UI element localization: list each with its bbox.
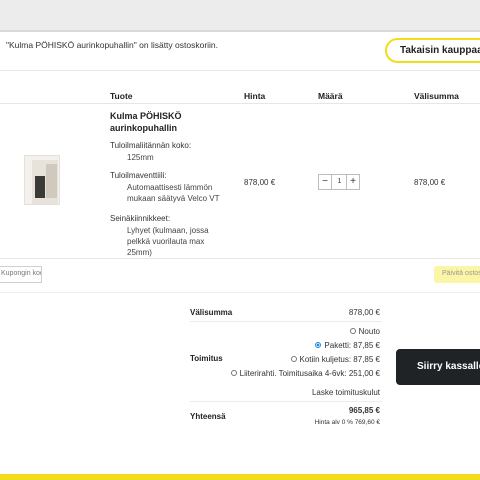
radio-icon[interactable] — [349, 328, 356, 334]
shipping-option-label: Nouto — [358, 327, 380, 336]
calculate-shipping-link[interactable]: Laske toimituskulut — [312, 388, 380, 397]
radio-icon[interactable] — [230, 370, 237, 376]
item-row-divider — [0, 258, 480, 259]
radio-icon[interactable] — [315, 342, 322, 348]
product-name-link[interactable]: Kulma PÖHISKÖ aurinkopuhallin — [110, 110, 240, 134]
totals-divider — [190, 321, 382, 322]
item-subtotal: 878,00 € — [414, 178, 446, 187]
shipping-label: Toimitus — [190, 354, 223, 363]
product-thumbnail[interactable] — [24, 155, 60, 205]
footer-accent-bar — [0, 474, 480, 480]
table-header-divider — [0, 103, 480, 104]
shipping-option-label: Liiterirahti. Toimitusaika 4-6vk: 251,00… — [239, 369, 380, 378]
totals-subtotal-label: Välisumma — [190, 308, 233, 317]
shipping-option-nouto[interactable]: Nouto — [349, 327, 380, 336]
shipping-option-paketti[interactable]: Paketti: 87,85 € — [315, 341, 380, 350]
total-label: Yhteensä — [190, 412, 226, 421]
site-header-bar — [0, 0, 480, 32]
shipping-option-kotiin[interactable]: Kotiin kuljetus: 87,85 € — [290, 355, 381, 364]
minus-icon[interactable]: − — [319, 175, 332, 189]
radio-icon[interactable] — [290, 356, 297, 362]
plus-icon[interactable]: + — [346, 175, 359, 189]
attribute-value: Automaattisesti lämmön mukaan säätyvä Ve… — [127, 183, 220, 203]
shipping-option-label: Paketti: 87,85 € — [324, 341, 380, 350]
actions-divider — [0, 292, 480, 293]
shipping-option-label: Kotiin kuljetus: 87,85 € — [299, 355, 381, 364]
attribute-value: 125mm — [127, 153, 154, 162]
notice-message: "Kulma PÖHISKÖ aurinkopuhallin" on lisät… — [6, 40, 219, 50]
totals-subtotal-value: 878,00 € — [348, 308, 380, 317]
attribute-label: Tuloilmaliitännän koko: — [110, 141, 192, 150]
header-price: Hinta — [244, 91, 266, 101]
header-quantity: Määrä — [318, 91, 343, 101]
shipping-option-liiterirahti[interactable]: Liiterirahti. Toimitusaika 4-6vk: 251,00… — [230, 369, 380, 378]
total-value: 965,85 € — [348, 406, 380, 415]
header-product: Tuote — [110, 91, 133, 101]
update-cart-button[interactable]: Päivitä ostoskori — [434, 266, 480, 283]
attribute-label: Seinäkiinnikkeet: — [110, 214, 171, 223]
totals-divider — [190, 401, 382, 402]
attribute-label: Tuloilmaventtiili: — [110, 171, 167, 180]
back-to-shop-button[interactable]: Takaisin kauppaan — [385, 38, 480, 63]
coupon-input[interactable]: Kupongin koodi — [0, 266, 42, 283]
item-price: 878,00 € — [244, 178, 276, 187]
quantity-input[interactable]: 1 — [333, 175, 346, 189]
attribute-value: Lyhyet (kulmaan, jossa pelkkä vuorilauta… — [127, 226, 209, 257]
quantity-stepper: − 1 + — [318, 174, 360, 190]
header-subtotal: Välisumma — [414, 91, 459, 101]
tax-note: Hinta alv 0 % 769,60 € — [314, 419, 380, 426]
checkout-button[interactable]: Siirry kassalle — [396, 349, 480, 385]
